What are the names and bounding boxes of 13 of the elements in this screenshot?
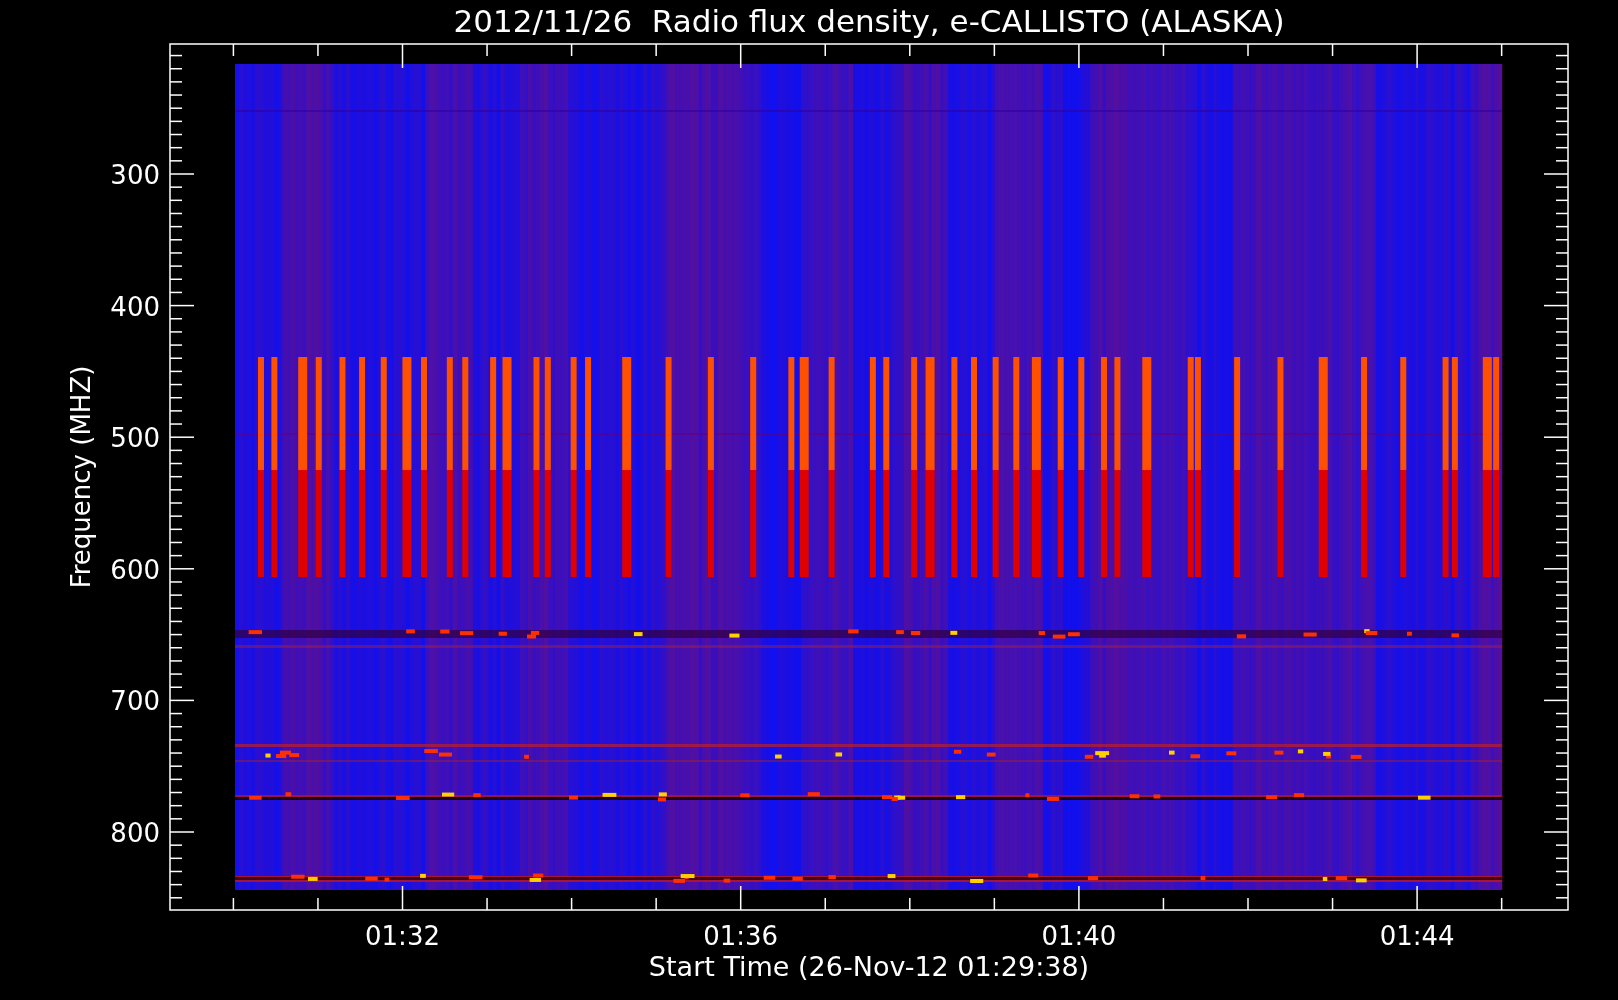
x-tick-label: 01:40	[1041, 921, 1117, 951]
x-tick-label: 01:44	[1379, 921, 1455, 951]
x-tick-label: 01:36	[703, 921, 779, 951]
y-tick-label: 300	[110, 160, 160, 190]
y-tick-label: 700	[110, 686, 160, 717]
y-tick-label: 600	[110, 554, 160, 585]
chart-title: 2012/11/26 Radio flux density, e-CALLISTO (ALASKA)	[453, 3, 1285, 39]
x-tick-label: 01:32	[365, 921, 440, 951]
y-axis-label: Frequency (MHZ)	[66, 365, 96, 589]
x-axis-label: Start Time (26-Nov-12 01:29:38)	[648, 951, 1090, 982]
y-tick-label: 400	[110, 291, 160, 322]
y-tick-label: 500	[110, 423, 160, 454]
y-tick-label: 800	[110, 818, 160, 848]
